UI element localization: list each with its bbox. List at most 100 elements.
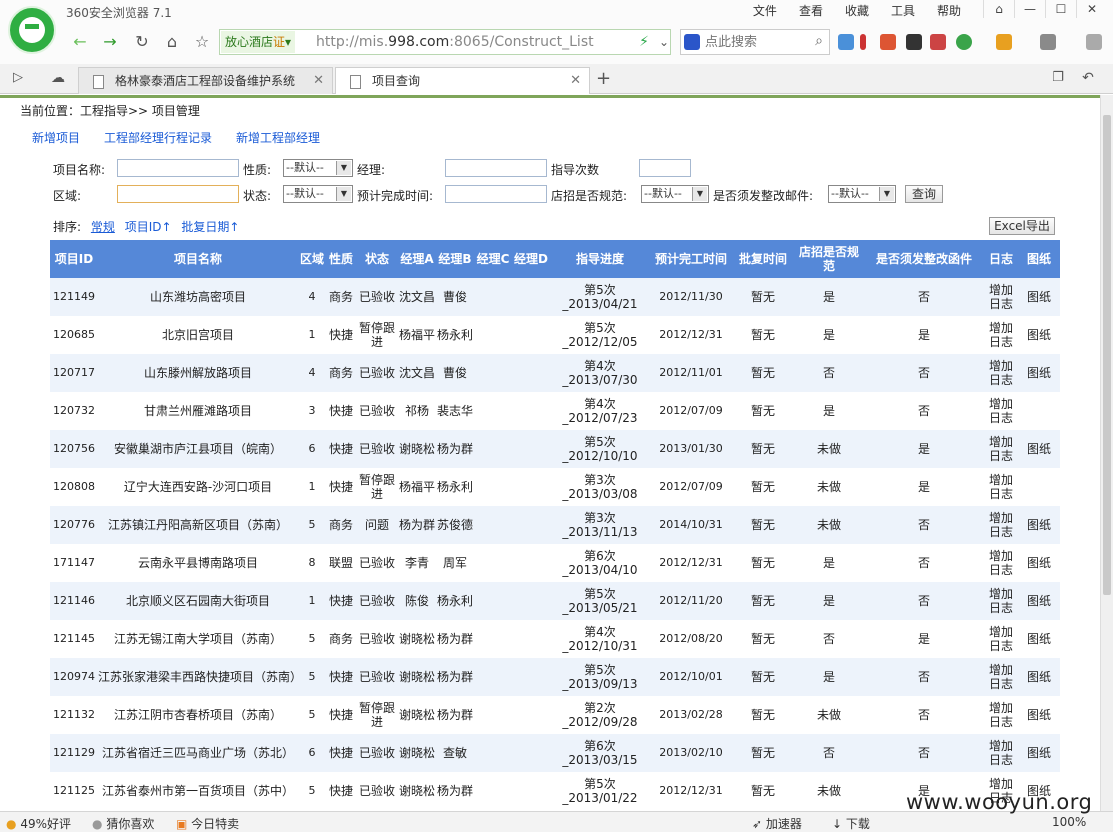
add-log-link[interactable]: 增加日志 <box>984 734 1018 772</box>
drawing-link[interactable]: 图纸 <box>1018 430 1060 468</box>
ext-hash-icon[interactable] <box>906 34 922 50</box>
cell-manager-a: 杨为群 <box>398 518 435 532</box>
add-log-link[interactable]: 增加日志 <box>984 696 1018 734</box>
project-name-input[interactable] <box>117 159 239 177</box>
drawing-link[interactable]: 图纸 <box>1018 544 1060 582</box>
download-item[interactable]: ↓ 下载 <box>832 815 870 832</box>
cell-manager-c <box>474 392 512 430</box>
tab-equipment-system[interactable]: 格林豪泰酒店工程部设备维护系统 ✕ <box>78 67 333 94</box>
manager-input[interactable] <box>445 159 547 177</box>
cell-status: 问题 <box>364 518 389 532</box>
drawing-link[interactable]: 图纸 <box>1018 620 1060 658</box>
expected-finish-input[interactable] <box>445 185 547 203</box>
ext-red-icon[interactable] <box>860 34 866 50</box>
accelerator-item[interactable]: ➶ 加速器 <box>752 815 802 832</box>
ext-js-icon[interactable] <box>880 34 896 50</box>
drawing-link[interactable]: 图纸 <box>1018 582 1060 620</box>
add-log-link[interactable]: 增加日志 <box>984 354 1018 392</box>
vertical-scrollbar[interactable] <box>1100 95 1113 811</box>
address-dropdown-icon[interactable]: ⌄ <box>652 30 676 54</box>
home-icon[interactable]: ⌂ <box>160 30 184 54</box>
add-log-link[interactable]: 增加日志 <box>984 582 1018 620</box>
maximize-button[interactable]: ☐ <box>1045 0 1076 18</box>
tab-project-query[interactable]: 项目查询 ✕ <box>335 67 590 94</box>
apps-icon[interactable] <box>838 34 854 50</box>
undo-close-icon[interactable]: ↶ <box>1076 66 1100 90</box>
cell-sign-standard: 未做 <box>816 518 841 532</box>
guidance-count-input[interactable] <box>639 159 691 177</box>
status-select[interactable]: --默认-- ▼ <box>283 185 353 203</box>
menu-tools[interactable]: 工具 <box>889 2 917 19</box>
menu-view[interactable]: 查看 <box>797 2 825 19</box>
add-log-link[interactable]: 增加日志 <box>984 544 1018 582</box>
rating-item[interactable]: ● 49%好评 <box>6 815 71 832</box>
add-log-link[interactable]: 增加日志 <box>984 468 1018 506</box>
trust-badge[interactable]: 放心酒店证▾ <box>221 31 296 53</box>
drawing-link[interactable] <box>1018 468 1060 506</box>
add-log-link[interactable]: 增加日志 <box>984 316 1018 354</box>
zoom-level[interactable]: 100% <box>1052 815 1086 829</box>
security-shield-icon[interactable] <box>956 34 972 50</box>
drawing-link[interactable]: 图纸 <box>1018 278 1060 316</box>
guess-item[interactable]: ● 猜你喜欢 <box>92 815 154 832</box>
ext-photo-icon[interactable] <box>1040 34 1056 50</box>
close-icon[interactable]: ✕ <box>570 68 581 94</box>
cell-expected-finish: 2012/07/09 <box>659 480 723 493</box>
tab-list-icon[interactable]: ❐ <box>1046 66 1070 90</box>
search-icon[interactable]: ⌕ <box>815 33 823 49</box>
new-tab-button[interactable]: + <box>596 68 611 89</box>
refresh-icon[interactable]: ↻ <box>130 30 154 54</box>
ext-cloud-icon[interactable] <box>1086 34 1102 50</box>
ext-mail-icon[interactable] <box>930 34 946 50</box>
search-box[interactable]: ⌕ <box>680 29 830 55</box>
url-text[interactable]: http://mis.998.com:8065/Construct_List <box>316 34 594 50</box>
close-window-button[interactable]: ✕ <box>1076 0 1107 18</box>
manager-trip-log-link[interactable]: 工程部经理行程记录 <box>104 129 212 146</box>
drawing-link[interactable]: 图纸 <box>1018 734 1060 772</box>
add-log-link[interactable]: 增加日志 <box>984 658 1018 696</box>
cell-guidance-progress: 第3次_2013/11/13 <box>562 511 638 539</box>
drawing-link[interactable] <box>1018 392 1060 430</box>
skin-icon[interactable]: ⌂ <box>983 0 1014 18</box>
back-arrow-icon[interactable]: ← <box>68 30 92 54</box>
sign-standard-select[interactable]: --默认-- ▼ <box>641 185 709 203</box>
cell-project-name: 山东滕州解放路项目 <box>143 366 252 380</box>
minimize-button[interactable]: — <box>1014 0 1045 18</box>
deals-item[interactable]: ▣ 今日特卖 <box>176 815 239 832</box>
sort-default-link[interactable]: 常规 <box>91 220 115 234</box>
nature-select[interactable]: --默认-- ▼ <box>283 159 353 177</box>
drawing-link[interactable]: 图纸 <box>1018 658 1060 696</box>
sidebar-toggle-icon[interactable]: ▷ <box>6 66 30 90</box>
add-log-link[interactable]: 增加日志 <box>984 392 1018 430</box>
add-manager-link[interactable]: 新增工程部经理 <box>236 129 320 146</box>
query-button[interactable]: 查询 <box>905 185 943 203</box>
star-icon[interactable]: ☆ <box>190 30 214 54</box>
forward-arrow-icon[interactable]: → <box>98 30 122 54</box>
region-input[interactable] <box>117 185 239 203</box>
search-engine-icon[interactable] <box>684 34 700 50</box>
cell-project-name: 云南永平县博南路项目 <box>137 556 258 570</box>
excel-export-button[interactable]: Excel导出 <box>989 217 1055 235</box>
scrollbar-thumb[interactable] <box>1103 115 1111 595</box>
close-icon[interactable]: ✕ <box>313 68 324 94</box>
address-bar[interactable]: 放心酒店证▾ http://mis.998.com:8065/Construct… <box>219 29 671 55</box>
drawing-link[interactable]: 图纸 <box>1018 696 1060 734</box>
add-project-link[interactable]: 新增项目 <box>32 129 80 146</box>
rectify-mail-select[interactable]: --默认-- ▼ <box>828 185 896 203</box>
sort-approval-date-link[interactable]: 批复日期↑ <box>181 220 239 234</box>
add-log-link[interactable]: 增加日志 <box>984 278 1018 316</box>
drawing-link[interactable]: 图纸 <box>1018 354 1060 392</box>
cloud-icon[interactable]: ☁ <box>46 66 70 90</box>
menu-favorites[interactable]: 收藏 <box>843 2 871 19</box>
ext-gift-icon[interactable] <box>996 34 1012 50</box>
menu-help[interactable]: 帮助 <box>935 2 963 19</box>
drawing-link[interactable]: 图纸 <box>1018 316 1060 354</box>
add-log-link[interactable]: 增加日志 <box>984 506 1018 544</box>
drawing-link[interactable]: 图纸 <box>1018 506 1060 544</box>
header-drawing: 图纸 <box>1026 252 1051 266</box>
menu-file[interactable]: 文件 <box>751 2 779 19</box>
sort-project-id-link[interactable]: 项目ID↑ <box>125 220 172 234</box>
add-log-link[interactable]: 增加日志 <box>984 620 1018 658</box>
search-input[interactable] <box>705 32 805 52</box>
add-log-link[interactable]: 增加日志 <box>984 430 1018 468</box>
